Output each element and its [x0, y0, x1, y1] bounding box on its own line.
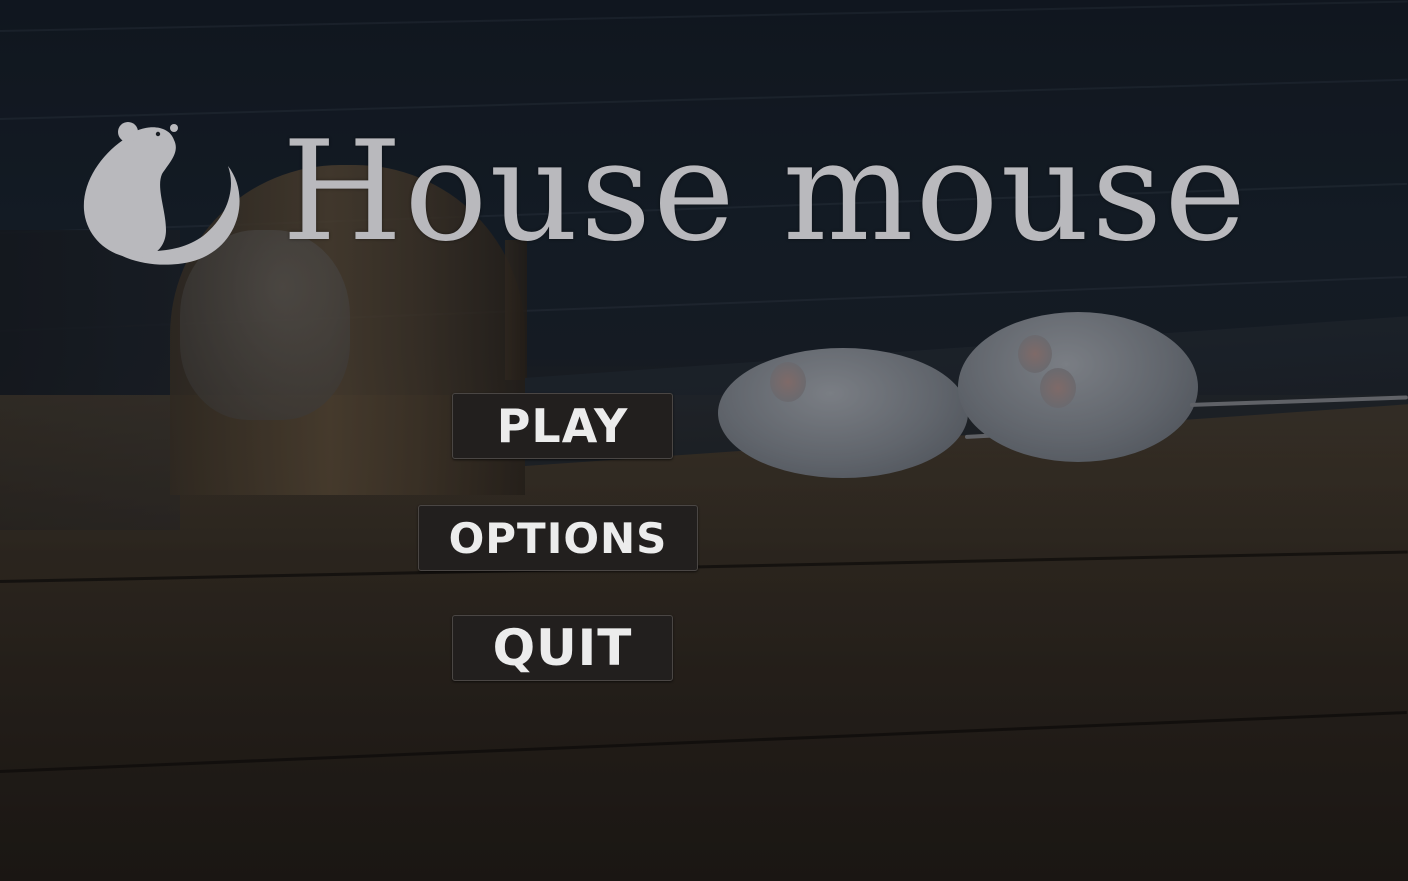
play-button[interactable]: PLAY [452, 393, 673, 459]
quit-button[interactable]: QUIT [452, 615, 673, 681]
options-button[interactable]: OPTIONS [418, 505, 698, 571]
game-title: House mouse [282, 111, 1248, 272]
mouse-silhouette-icon [83, 122, 240, 265]
main-menu-screen: House mouse PLAY OPTIONS QUIT [0, 0, 1408, 881]
